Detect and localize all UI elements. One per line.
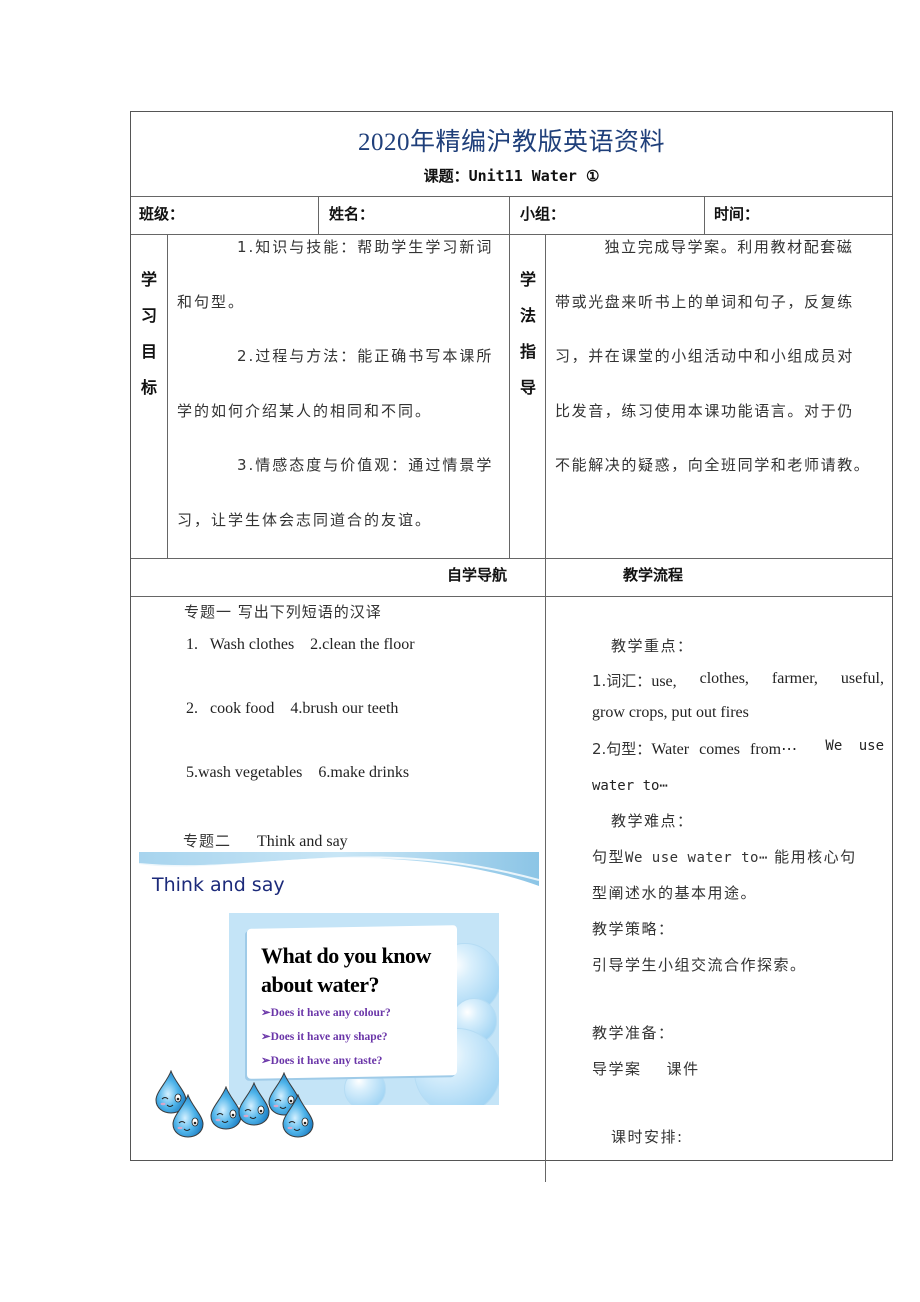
key-points-label: 教学重点：	[611, 637, 694, 655]
method-line: 带或光盘来听书上的单词和句子，反复练	[555, 292, 854, 311]
slide-bullet: ➢Does it have any shape?	[261, 1031, 388, 1043]
objective-3-line1: 3.情感态度与价值观：通过情景学	[237, 456, 494, 474]
document-title: 2020年精编沪教版英语资料	[357, 129, 665, 156]
topic2-label: 专题二	[183, 832, 232, 850]
difficulty-text: 句型	[592, 848, 626, 866]
pattern-line-1: 2.句型：Water comes from⋯ We use	[592, 738, 884, 759]
method-line: 独立完成导学案。利用教材配套磁	[604, 238, 854, 256]
self-study-header: 自学导航	[447, 566, 508, 584]
side-char: 学	[519, 270, 536, 289]
phrase-line: 1. Wash clothes 2.clean the floor	[186, 636, 415, 653]
pattern-prefix: 2.句型：	[592, 740, 652, 758]
water-drop-icon	[238, 1082, 270, 1126]
side-char: 法	[519, 306, 536, 325]
divider	[131, 558, 892, 559]
objective-2-line1: 2.过程与方法：能正确书写本课所	[237, 347, 494, 365]
method-side-label: 学 法 指 导	[510, 262, 546, 406]
objective-3-line2: 习，让学生体会志同道合的友谊。	[177, 510, 433, 529]
side-char: 学	[140, 270, 157, 289]
phrase-line: 2. cook food 4.brush our teeth	[186, 700, 399, 717]
method-line: 比发音，练习使用本课功能语言。对于仍	[555, 401, 854, 420]
slide-bullet: ➢Does it have any taste?	[261, 1055, 383, 1067]
objectives-side-label: 学 习 目 标	[131, 262, 167, 406]
side-char: 习	[140, 306, 157, 325]
vocab-word: farmer,	[771, 670, 818, 687]
vocab-word: use,	[651, 673, 677, 690]
vocab-word: useful,	[840, 670, 884, 687]
objective-1-line2: 和句型。	[177, 292, 246, 311]
slide-bullet: ➢Does it have any colour?	[261, 1007, 391, 1019]
teaching-flow-header: 教学流程	[623, 566, 684, 584]
side-char: 指	[519, 342, 536, 361]
difficulty-line-2: 型阐述水的基本用途。	[592, 884, 758, 902]
vocab-prefix: 1.词汇：	[592, 672, 652, 690]
pattern-text: Water comes from⋯	[651, 741, 798, 758]
pattern-line-2: water to⋯	[592, 778, 668, 794]
method-text: 独立完成导学案。利用教材配套磁 带或光盘来听书上的单词和句子，反复练 习，并在课…	[555, 220, 895, 493]
divider	[509, 196, 510, 234]
difficulty-line-1: 句型We use water to⋯ 能用核心句	[592, 846, 884, 867]
preparation-label: 教学准备：	[592, 1024, 675, 1042]
difficulty-text: We use water to⋯	[625, 850, 768, 866]
side-char: 标	[140, 378, 157, 397]
water-drop-icon	[282, 1094, 314, 1138]
lesson-subtitle: 课题：Unit11 Water ①	[423, 167, 600, 185]
difficulty-text: 能用核心句	[774, 848, 857, 866]
topic2-text: Think and say	[257, 833, 348, 850]
divider	[167, 234, 168, 558]
topic1-title: 专题一 写出下列短语的汉译	[184, 603, 382, 621]
lesson-plan-table: 2020年精编沪教版英语资料 课题：Unit11 Water ① 班级： 姓名：…	[130, 111, 895, 1182]
pattern-text: We use	[825, 738, 884, 754]
vocab-line-2: grow crops, put out fires	[592, 704, 749, 721]
vocab-word: clothes,	[699, 670, 749, 687]
method-line: 不能解决的疑惑，向全班同学和老师请教。	[555, 456, 871, 474]
slide-banner-title: Think and say	[152, 874, 285, 896]
vocab-line: 1.词汇：use, clothes, farmer, useful,	[592, 670, 884, 691]
question-line: about water?	[261, 972, 380, 997]
phrase-line: 5.wash vegetables 6.make drinks	[186, 764, 410, 781]
topic2-title: 专题二 Think and say	[183, 830, 348, 851]
divider	[131, 596, 892, 597]
objectives-text: 1.知识与技能：帮助学生学习新词 和句型。 2.过程与方法：能正确书写本课所 学…	[177, 220, 503, 547]
method-line: 习，并在课堂的小组活动中和小组成员对	[555, 347, 854, 365]
water-drop-icon	[172, 1094, 204, 1138]
slide-question: What do you know about water?	[261, 941, 431, 999]
divider	[131, 196, 892, 197]
side-char: 目	[140, 342, 157, 361]
question-line: What do you know	[261, 943, 431, 968]
strategy-label: 教学策略：	[592, 920, 675, 938]
think-and-say-slide-image: Think and say What do you know about wat…	[139, 850, 539, 1150]
strategy-text: 引导学生小组交流合作探索。	[592, 956, 807, 974]
preparation-text: 导学案 课件	[592, 1060, 700, 1078]
objective-2-line2: 学的如何介绍某人的相同和不同。	[177, 401, 433, 420]
schedule-label: 课时安排:	[611, 1128, 684, 1146]
objective-1-line1: 1.知识与技能：帮助学生学习新词	[237, 238, 494, 256]
vocab-line-1: 1.词汇：use, clothes, farmer, useful,	[592, 670, 884, 691]
side-char: 导	[519, 378, 536, 397]
document-page: 2020年精编沪教版英语资料 课题：Unit11 Water ① 班级： 姓名：…	[0, 0, 920, 1302]
difficulty-label: 教学难点：	[611, 812, 694, 830]
